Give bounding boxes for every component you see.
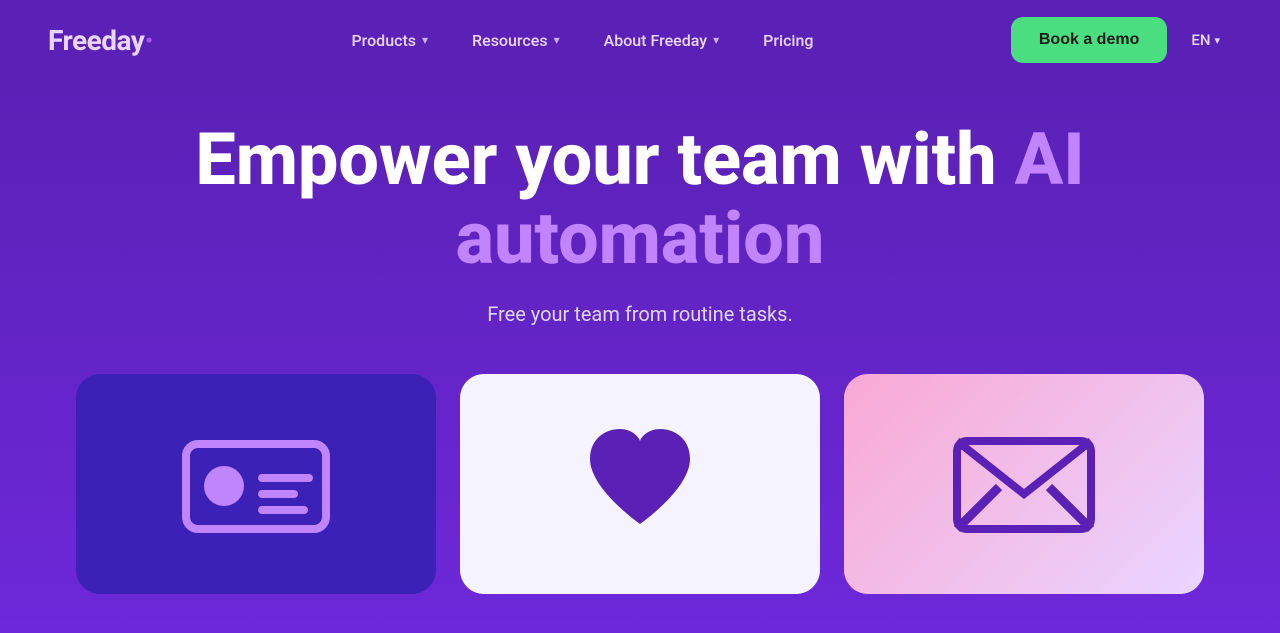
nav-resources-label: Resources bbox=[472, 31, 548, 50]
nav-pricing[interactable]: Pricing bbox=[745, 21, 831, 60]
navbar: Freeday· Products ▾ Resources ▾ About Fr… bbox=[0, 0, 1280, 80]
hero-title-automation: automation bbox=[456, 196, 825, 281]
chevron-down-icon: ▾ bbox=[422, 33, 428, 47]
card-heart bbox=[460, 374, 820, 594]
chevron-down-icon: ▾ bbox=[713, 33, 719, 47]
nav-about[interactable]: About Freeday ▾ bbox=[586, 21, 738, 60]
nav-products[interactable]: Products ▾ bbox=[333, 21, 446, 60]
hero-title: Empower your team with AI automation bbox=[190, 120, 1090, 278]
book-demo-button[interactable]: Book a demo bbox=[1011, 17, 1167, 63]
nav-resources[interactable]: Resources ▾ bbox=[454, 21, 578, 60]
nav-about-label: About Freeday bbox=[604, 31, 708, 50]
logo[interactable]: Freeday· bbox=[48, 24, 154, 57]
card-id bbox=[76, 374, 436, 594]
language-label: EN bbox=[1191, 31, 1210, 49]
card-mail bbox=[844, 374, 1204, 594]
nav-pricing-label: Pricing bbox=[763, 31, 813, 50]
nav-right: Book a demo EN ▾ bbox=[1011, 17, 1232, 63]
chevron-down-icon: ▾ bbox=[554, 33, 560, 47]
nav-products-label: Products bbox=[351, 31, 416, 50]
id-card-icon bbox=[176, 424, 336, 544]
heart-icon bbox=[580, 429, 700, 539]
mail-icon bbox=[949, 429, 1099, 539]
feature-cards bbox=[48, 374, 1232, 594]
hero-title-ai: AI bbox=[1015, 117, 1085, 202]
chevron-down-icon: ▾ bbox=[1214, 34, 1220, 47]
nav-links: Products ▾ Resources ▾ About Freeday ▾ P… bbox=[333, 21, 831, 60]
hero-section: Empower your team with AI automation Fre… bbox=[0, 80, 1280, 633]
language-selector[interactable]: EN ▾ bbox=[1179, 23, 1232, 57]
hero-subtitle: Free your team from routine tasks. bbox=[48, 302, 1232, 326]
hero-title-part1: Empower your team with bbox=[195, 117, 1014, 202]
logo-text: Freeday bbox=[48, 24, 144, 57]
